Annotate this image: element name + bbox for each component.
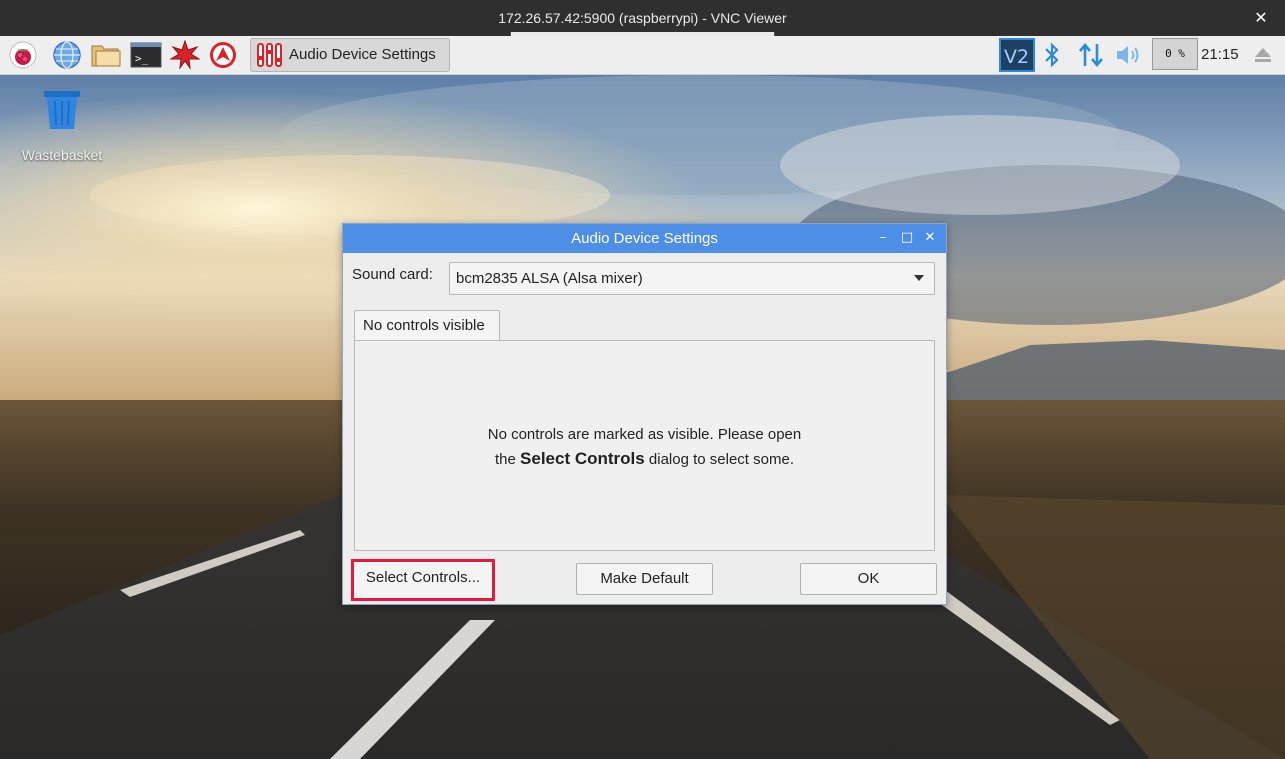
bluetooth-icon[interactable] [1042, 42, 1062, 72]
vnc-title-bar: 172.26.57.42:5900 (raspberrypi) - VNC Vi… [0, 0, 1285, 36]
chevron-down-icon [914, 275, 924, 281]
cpu-usage-monitor[interactable]: 0 % [1152, 38, 1198, 70]
maximize-icon[interactable]: □ [899, 230, 915, 246]
raspberry-menu-icon[interactable] [8, 40, 38, 70]
audio-mixer-icon [255, 42, 285, 68]
tab-no-controls-visible[interactable]: No controls visible [354, 310, 500, 341]
dialog-title: Audio Device Settings [571, 230, 718, 247]
message-bold-link: Select Controls [520, 449, 645, 468]
select-controls-button[interactable]: Select Controls... [351, 559, 495, 601]
make-default-button[interactable]: Make Default [576, 563, 713, 595]
taskbar-item-audio-device-settings[interactable]: Audio Device Settings [250, 38, 450, 72]
minimize-icon[interactable]: – [875, 230, 891, 246]
file-manager-icon[interactable] [90, 40, 121, 70]
wastebasket-icon [40, 87, 84, 135]
terminal-icon[interactable]: >_ [130, 40, 162, 70]
sound-card-select[interactable]: bcm2835 ALSA (Alsa mixer) [449, 262, 935, 295]
message-line-1: No controls are marked as visible. Pleas… [487, 426, 802, 443]
vnc-window-title: 172.26.57.42:5900 (raspberrypi) - VNC Vi… [498, 10, 787, 26]
taskbar: >_ Audio Device Settings V2 0 % 21:15 [0, 36, 1285, 75]
select-controls-label: Select Controls... [365, 569, 481, 586]
eject-icon[interactable] [1252, 44, 1274, 70]
taskbar-item-label: Audio Device Settings [289, 46, 436, 63]
volume-icon[interactable] [1114, 42, 1144, 72]
controls-panel: No controls are marked as visible. Pleas… [354, 340, 935, 551]
network-icon[interactable] [1077, 42, 1105, 72]
message-suffix: dialog to select some. [644, 451, 794, 468]
sound-card-value: bcm2835 ALSA (Alsa mixer) [456, 270, 643, 287]
tab-label: No controls visible [363, 317, 485, 334]
wastebasket-label: Wastebasket [21, 147, 103, 163]
message-prefix: the [495, 451, 521, 468]
svg-text:>_: >_ [135, 52, 149, 65]
close-icon[interactable]: ✕ [1251, 8, 1271, 28]
message-line-2: the Select Controls dialog to select som… [355, 447, 934, 472]
clock[interactable]: 21:15 [1201, 36, 1239, 74]
wastebasket-desktop-item[interactable]: Wastebasket [14, 87, 110, 163]
web-browser-icon[interactable] [52, 40, 82, 70]
mathematica-icon[interactable] [169, 39, 201, 70]
wolfram-icon[interactable] [208, 40, 238, 70]
dialog-title-bar[interactable]: Audio Device Settings – □ ✕ [343, 224, 946, 253]
svg-text:V2: V2 [1004, 46, 1029, 68]
close-icon[interactable]: ✕ [922, 230, 938, 246]
audio-device-settings-dialog: Audio Device Settings – □ ✕ Sound card: … [342, 223, 947, 605]
vnc-server-icon[interactable]: V2 [999, 38, 1035, 76]
ok-button[interactable]: OK [800, 563, 937, 595]
sound-card-label: Sound card: [352, 266, 433, 283]
empty-controls-message: No controls are marked as visible. Pleas… [355, 423, 934, 472]
